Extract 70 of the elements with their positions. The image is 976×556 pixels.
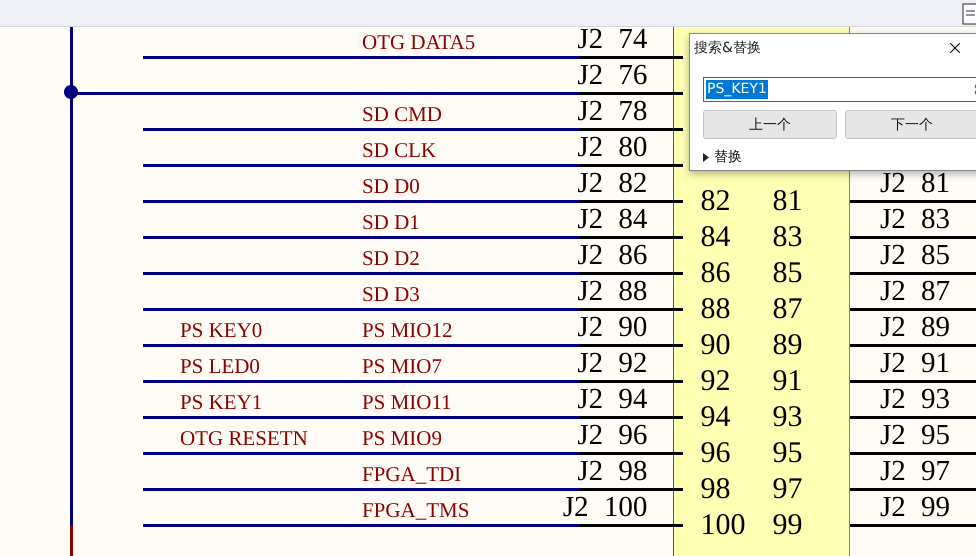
pin-number: 90 (700, 330, 732, 360)
pin-label: J2 93 (880, 385, 950, 417)
net-label: PS MIO7 (362, 356, 443, 380)
replace-expander[interactable]: 替换 (703, 148, 742, 166)
pin-label: J2 78 (577, 97, 648, 129)
net-label: SD CLK (362, 140, 438, 164)
pin-label: J2 81 (880, 169, 950, 201)
pin-label: J2 98 (577, 457, 648, 489)
net-label: PS MIO11 (362, 392, 453, 416)
pin-number: 81 (772, 186, 804, 216)
net-label: SD D1 (362, 212, 421, 236)
pin-label: J2 100 (562, 493, 648, 525)
pin-number: 94 (700, 402, 732, 432)
pin-label: J2 94 (577, 385, 648, 417)
search-field[interactable]: PS_KEY1 (703, 77, 976, 102)
dialog-title: 搜索&替换 (694, 39, 761, 57)
pin-number: 95 (772, 438, 804, 468)
pin-label: J2 95 (880, 421, 950, 453)
pin-label: J2 85 (880, 241, 950, 273)
pin-number: 83 (772, 222, 804, 252)
net-label: PS KEY0 (180, 320, 264, 344)
previous-button[interactable]: 上一个 (703, 110, 837, 139)
pin-label: J2 92 (577, 349, 648, 381)
junction-dot (64, 85, 78, 99)
pin-label: J2 74 (577, 27, 648, 57)
next-button[interactable]: 下一个 (845, 110, 976, 139)
pin-number: 82 (700, 186, 732, 216)
pin-label: J2 99 (880, 493, 950, 525)
net-label: SD CMD (362, 104, 443, 128)
net-label: PS LED0 (180, 356, 261, 380)
pin-number: 99 (772, 510, 804, 540)
document-icon[interactable] (962, 3, 976, 25)
pin-number: 100 (700, 510, 746, 540)
net-label: PS MIO9 (362, 428, 443, 452)
pin-label: J2 80 (577, 133, 648, 165)
pin-label: J2 84 (577, 205, 648, 237)
pin-label: J2 88 (577, 277, 648, 309)
pin-number: 97 (772, 474, 804, 504)
pin-label: J2 76 (577, 61, 648, 93)
pin-number: 88 (700, 294, 732, 324)
pin-label: J2 83 (880, 205, 950, 237)
net-label: FPGA_TDI (362, 464, 462, 488)
net-label: SD D2 (362, 248, 421, 272)
caret-right-icon (703, 152, 709, 162)
pin-label: J2 82 (577, 169, 648, 201)
net-label: OTG RESETN (180, 428, 309, 452)
net-label: PS KEY1 (180, 392, 264, 416)
pin-number: 84 (700, 222, 732, 252)
net-label: PS MIO12 (362, 320, 454, 344)
pin-number: 85 (772, 258, 804, 288)
pin-number: 86 (700, 258, 732, 288)
pin-number: 89 (772, 330, 804, 360)
pin-label: J2 87 (880, 277, 950, 309)
net-label: SD D3 (362, 284, 421, 308)
pin-label: J2 89 (880, 313, 950, 345)
pin-label: J2 90 (577, 313, 648, 345)
pin-number: 98 (700, 474, 732, 504)
pin-number: 91 (772, 366, 804, 396)
pin-number: 87 (772, 294, 804, 324)
pin-number: 96 (700, 438, 732, 468)
pin-number: 92 (700, 366, 732, 396)
net-label: OTG DATA5 (362, 32, 476, 56)
pin-label: J2 91 (880, 349, 950, 381)
net-label: FPGA_TMS (362, 500, 470, 524)
pin-number: 93 (772, 402, 804, 432)
search-text: PS_KEY1 (706, 80, 768, 99)
pin-label: J2 97 (880, 457, 950, 489)
net-label: SD D0 (362, 176, 421, 200)
pin-label: J2 96 (577, 421, 648, 453)
pin-label: J2 86 (577, 241, 648, 273)
